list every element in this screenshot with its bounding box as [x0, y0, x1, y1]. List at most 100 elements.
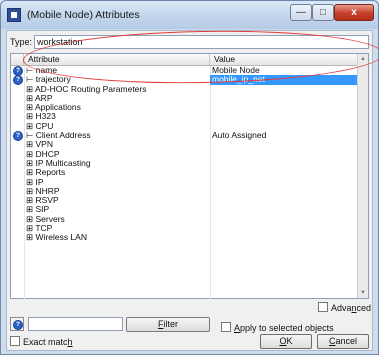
- help-button[interactable]: ?: [10, 317, 24, 331]
- attribute-cell[interactable]: ⊞ IP Multicasting: [26, 159, 210, 168]
- attribute-label: CPU: [35, 121, 54, 131]
- exact-match-label: Exact match: [23, 337, 73, 347]
- attribute-cell[interactable]: ⊢ name: [26, 66, 210, 75]
- table-row[interactable]: ⊞ H323: [11, 112, 359, 121]
- header-attribute[interactable]: Attribute: [24, 54, 210, 65]
- type-row: Type: workstation: [10, 35, 369, 49]
- attribute-label: H323: [35, 112, 56, 122]
- title-bar[interactable]: (Mobile Node) Attributes — □ x: [1, 1, 378, 29]
- table-row[interactable]: ? ⊢ trajectory mobile_ip_net: [11, 75, 359, 86]
- row-gutter: [11, 178, 24, 187]
- value-cell[interactable]: [212, 159, 359, 168]
- table-row[interactable]: ⊞ TCP: [11, 224, 359, 233]
- value-cell[interactable]: [212, 205, 359, 214]
- table-row[interactable]: ⊞ Applications: [11, 103, 359, 112]
- value-cell[interactable]: [212, 103, 359, 112]
- header-value[interactable]: Value: [210, 54, 359, 65]
- maximize-button[interactable]: □: [312, 4, 334, 21]
- tree-leaf-icon: ⊢: [26, 75, 36, 85]
- apply-to-selected-checkbox[interactable]: Apply to selected objects: [221, 322, 334, 333]
- table-row[interactable]: ⊞ AD-HOC Routing Parameters: [11, 85, 359, 94]
- attribute-cell[interactable]: ⊞ ARP: [26, 94, 210, 103]
- attribute-cell[interactable]: ⊞ NHRP: [26, 187, 210, 196]
- expand-plus-icon[interactable]: ⊞: [26, 85, 35, 94]
- row-gutter: [11, 224, 24, 233]
- value-cell[interactable]: [212, 215, 359, 224]
- ok-button[interactable]: OK: [260, 334, 312, 349]
- attribute-cell[interactable]: ⊞ DHCP: [26, 150, 210, 159]
- table-row[interactable]: ⊞ IP Multicasting: [11, 159, 359, 168]
- attribute-cell[interactable]: ⊞ VPN: [26, 140, 210, 149]
- value-cell[interactable]: [212, 122, 359, 131]
- exact-match-checkbox[interactable]: Exact match: [10, 336, 73, 347]
- attribute-cell[interactable]: ⊞ AD-HOC Routing Parameters: [26, 85, 210, 94]
- filter-button[interactable]: Filter: [126, 317, 210, 332]
- value-cell[interactable]: [212, 178, 359, 187]
- scroll-down-arrow-icon[interactable]: ▼: [358, 288, 368, 298]
- type-label: Type:: [10, 37, 33, 47]
- attribute-label: name: [35, 66, 58, 75]
- expand-plus-icon[interactable]: ⊞: [26, 224, 35, 233]
- attribute-cell[interactable]: ⊞ H323: [26, 112, 210, 121]
- advanced-checkbox[interactable]: Advanced: [317, 302, 371, 313]
- value-cell[interactable]: [212, 85, 359, 94]
- attribute-label: SIP: [35, 205, 50, 215]
- attribute-cell[interactable]: ⊞ SIP: [26, 205, 210, 214]
- scroll-up-arrow-icon[interactable]: ▲: [358, 54, 368, 64]
- table-row[interactable]: ⊞ IP: [11, 178, 359, 187]
- value-cell[interactable]: Mobile Node: [212, 66, 359, 75]
- checkbox-icon[interactable]: [317, 302, 328, 312]
- cancel-button[interactable]: Cancel: [317, 334, 369, 349]
- row-gutter: ?: [11, 66, 24, 76]
- checkbox-icon[interactable]: [221, 322, 231, 332]
- table-row[interactable]: ⊞ NHRP: [11, 187, 359, 196]
- minimize-button[interactable]: —: [290, 4, 312, 21]
- table-row[interactable]: ⊞ DHCP: [11, 150, 359, 159]
- table-row[interactable]: ? ⊢ name Mobile Node: [11, 66, 359, 76]
- advanced-label: Advanced: [330, 303, 371, 313]
- table-row[interactable]: ⊞ RSVP: [11, 196, 359, 205]
- table-row[interactable]: ⊞ Reports: [11, 168, 359, 177]
- table-row[interactable]: ⊞ Wireless LAN: [11, 233, 359, 242]
- vertical-scrollbar[interactable]: ▲ ▼: [357, 54, 368, 298]
- expand-plus-icon[interactable]: ⊞: [26, 94, 35, 103]
- value-cell[interactable]: mobile_ip_net: [210, 75, 359, 85]
- row-gutter: [11, 103, 24, 112]
- close-button[interactable]: x: [334, 4, 374, 21]
- attribute-cell[interactable]: ⊞ Wireless LAN: [26, 233, 210, 242]
- table-row[interactable]: ⊞ SIP: [11, 205, 359, 214]
- attribute-cell[interactable]: ⊞ RSVP: [26, 196, 210, 205]
- value-cell[interactable]: [212, 187, 359, 196]
- attribute-cell[interactable]: ⊞ IP: [26, 178, 210, 187]
- expand-plus-icon[interactable]: ⊞: [26, 103, 35, 112]
- row-gutter: [11, 140, 24, 149]
- value-cell[interactable]: [212, 233, 359, 242]
- value-cell[interactable]: [212, 112, 359, 121]
- table-row[interactable]: ⊞ ARP: [11, 94, 359, 103]
- attribute-cell[interactable]: ⊞ Reports: [26, 168, 210, 177]
- type-field[interactable]: workstation: [34, 35, 369, 49]
- tree-leaf-icon: ⊢: [26, 66, 36, 75]
- row-gutter: [11, 94, 24, 103]
- value-cell[interactable]: [212, 140, 359, 149]
- value-cell[interactable]: [212, 196, 359, 205]
- attribute-label: IP: [35, 177, 44, 187]
- checkbox-icon[interactable]: [10, 336, 20, 346]
- table-row[interactable]: ? ⊢ Client Address Auto Assigned: [11, 131, 359, 142]
- attribute-cell[interactable]: ⊞ CPU: [26, 122, 210, 131]
- filter-input[interactable]: [28, 317, 123, 331]
- table-row[interactable]: ⊞ CPU: [11, 122, 359, 131]
- row-gutter: [11, 215, 24, 224]
- attribute-cell[interactable]: ⊞ Applications: [26, 103, 210, 112]
- value-cell[interactable]: [212, 94, 359, 103]
- value-cell[interactable]: Auto Assigned: [212, 131, 359, 140]
- table-row[interactable]: ⊞ Servers: [11, 215, 359, 224]
- attribute-cell[interactable]: ⊞ TCP: [26, 224, 210, 233]
- attribute-cell[interactable]: ⊢ Client Address: [26, 131, 210, 140]
- value-cell[interactable]: [212, 224, 359, 233]
- attribute-cell[interactable]: ⊞ Servers: [26, 215, 210, 224]
- attribute-cell[interactable]: ⊢ trajectory: [26, 75, 210, 84]
- value-cell[interactable]: [212, 150, 359, 159]
- table-row[interactable]: ⊞ VPN: [11, 140, 359, 149]
- value-cell[interactable]: [212, 168, 359, 177]
